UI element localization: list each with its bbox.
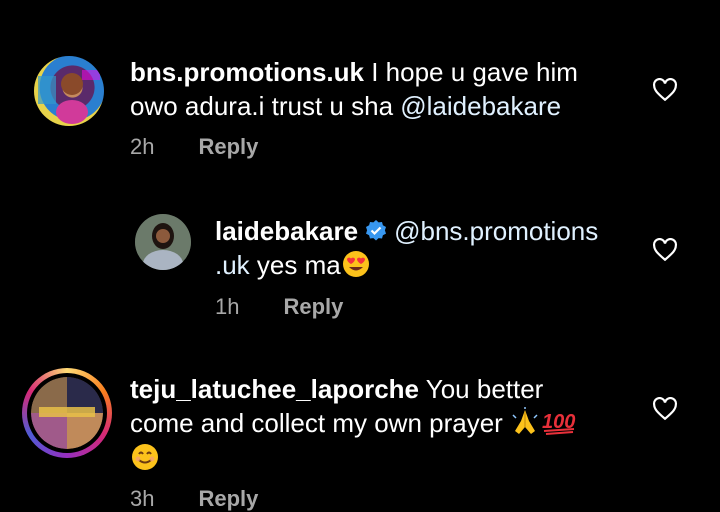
timestamp: 1h <box>215 294 240 319</box>
reply-button[interactable]: Reply <box>198 134 258 159</box>
reply-button[interactable]: Reply <box>283 294 343 319</box>
heart-icon[interactable] <box>652 238 678 262</box>
avatar[interactable] <box>34 56 104 126</box>
mention-link[interactable]: @laidebakare <box>400 91 561 121</box>
smiling-face-emoji <box>132 444 158 470</box>
avatar-image <box>135 214 191 270</box>
timestamp: 2h <box>130 134 155 159</box>
avatar-image <box>31 377 103 449</box>
comment-body: I hope u gave him <box>364 57 578 87</box>
comment-body: owo adura.i trust u sha <box>130 91 401 121</box>
avatar <box>27 373 107 453</box>
comment-username[interactable]: bns.promotions.uk <box>130 57 364 87</box>
heart-icon[interactable] <box>652 397 678 421</box>
heart-icon[interactable] <box>652 78 678 102</box>
comment-username[interactable]: teju_latuchee_laporche <box>130 374 419 404</box>
reply-button[interactable]: Reply <box>198 486 258 511</box>
comment-text: bns.promotions.uk I hope u gave him owo … <box>130 55 578 123</box>
mention-link[interactable]: .uk <box>215 250 250 280</box>
hundred-points-emoji: 100 <box>542 411 575 435</box>
avatar[interactable] <box>135 214 191 270</box>
comment-text: laidebakare @bns.promotions .uk yes ma <box>215 214 598 282</box>
comment-body: You better <box>419 374 544 404</box>
comment-body: yes ma <box>249 250 341 280</box>
comment-meta: 3h Reply <box>130 486 258 512</box>
folded-hands-emoji <box>512 407 538 434</box>
timestamp: 3h <box>130 486 155 511</box>
mention-link[interactable]: @bns.promotions <box>394 216 598 246</box>
comment-text: teju_latuchee_laporche You better come a… <box>130 372 578 475</box>
comment-body: come and collect my own prayer <box>130 408 511 438</box>
avatar-story-ring[interactable] <box>22 368 112 458</box>
comment-meta: 1h Reply <box>215 294 343 320</box>
verified-badge-icon <box>366 220 387 241</box>
heart-eyes-emoji <box>342 251 369 277</box>
comment-username[interactable]: laidebakare <box>215 216 358 246</box>
comment-meta: 2h Reply <box>130 134 258 160</box>
avatar-image <box>38 70 100 124</box>
